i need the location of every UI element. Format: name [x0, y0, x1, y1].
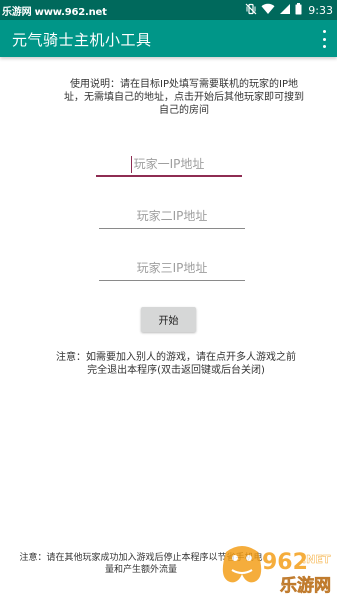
controller-logo-icon	[222, 546, 262, 583]
vibrate-icon	[245, 3, 257, 18]
app-bar: 元气骑士主机小工具	[0, 20, 337, 57]
app-title: 元气骑士主机小工具	[12, 31, 152, 49]
player-two-ip-input[interactable]	[99, 202, 245, 230]
status-icons: 9:33	[245, 2, 333, 18]
player-three-ip-underline	[99, 280, 245, 281]
battery-icon	[295, 2, 302, 18]
clock: 9:33	[308, 3, 333, 17]
status-bar: 乐游网 www.962.net 9:33	[0, 0, 337, 20]
start-button[interactable]: 开始	[141, 307, 196, 332]
badge-name: 乐游网	[280, 575, 331, 596]
signal-icon	[279, 3, 291, 18]
player-one-ip-underline	[96, 175, 242, 177]
wifi-icon	[261, 3, 275, 18]
player-two-ip-underline	[99, 228, 245, 229]
text-cursor	[131, 156, 132, 173]
badge-tld: .NET	[302, 553, 331, 566]
more-vert-icon[interactable]	[319, 29, 329, 49]
join-game-note: 注意：如需要加入别人的游戏，请在点开多人游戏之前完全退出本程序(双击返回键或后台…	[56, 352, 296, 376]
watermark-text: 乐游网 www.962.net	[2, 7, 107, 18]
instructions-text: 使用说明：请在目标IP处填写需要联机的玩家的IP地址，无需填自己的地址，点击开始…	[64, 79, 304, 116]
player-three-ip-input[interactable]	[99, 254, 245, 282]
watermark-badge: 962 .NET 乐游网	[222, 542, 332, 596]
player-one-ip-input[interactable]	[96, 150, 242, 178]
